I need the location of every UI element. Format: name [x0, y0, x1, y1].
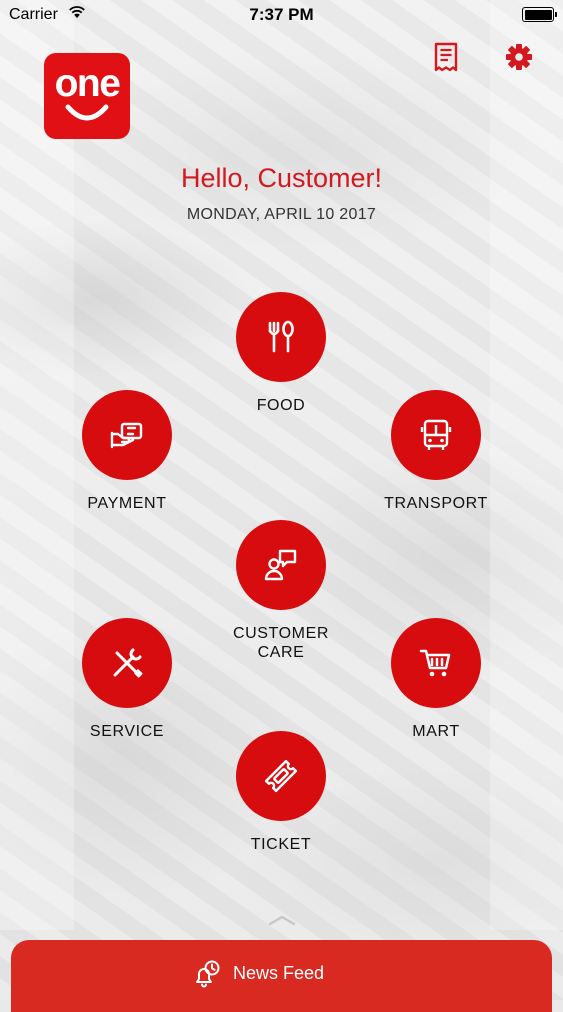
- ticket-button[interactable]: [236, 731, 326, 821]
- menu-item-transport[interactable]: TRANSPORT: [346, 390, 526, 513]
- shopping-cart-icon: [419, 649, 451, 677]
- hand-cash-icon: [110, 422, 143, 449]
- customer-care-label: CUSTOMER CARE: [191, 624, 371, 662]
- fork-spoon-icon: [268, 320, 294, 353]
- one-logo: one: [44, 53, 130, 139]
- mart-label: MART: [412, 723, 460, 740]
- bus-icon: [420, 419, 452, 450]
- customer-care-label-line1: CUSTOMER: [232, 625, 330, 642]
- chevron-up-icon[interactable]: [268, 914, 296, 926]
- customer-care-button[interactable]: [236, 520, 326, 610]
- payment-label: PAYMENT: [87, 495, 167, 512]
- menu-item-customer-care[interactable]: CUSTOMER CARE: [191, 520, 371, 662]
- food-label: FOOD: [256, 397, 306, 414]
- logo-text: one: [54, 62, 121, 105]
- menu-item-food[interactable]: FOOD: [191, 292, 371, 415]
- smile-mark: [65, 104, 109, 121]
- greeting-text: Hello, Customer!: [180, 163, 383, 193]
- bell-clock-icon: [196, 960, 220, 988]
- news-feed-bar[interactable]: News Feed: [11, 940, 552, 1012]
- payment-button[interactable]: [82, 390, 172, 480]
- service-label: SERVICE: [89, 723, 165, 740]
- wrench-screwdriver-icon: [113, 648, 143, 678]
- menu-item-ticket[interactable]: TICKET: [191, 731, 371, 854]
- clock: 7:37 PM: [249, 5, 314, 24]
- service-button[interactable]: [82, 618, 172, 708]
- person-chat-icon: [264, 549, 297, 581]
- ticket-label: TICKET: [250, 836, 312, 853]
- menu-item-payment[interactable]: PAYMENT: [37, 390, 217, 513]
- transport-label: TRANSPORT: [384, 495, 488, 512]
- date-text: MONDAY, APRIL 10 2017: [186, 206, 377, 223]
- customer-care-label-line2: CARE: [257, 644, 305, 661]
- receipt-icon[interactable]: [431, 42, 461, 72]
- menu-item-service[interactable]: SERVICE: [37, 618, 217, 741]
- news-feed-label: News Feed: [233, 963, 325, 983]
- status-bar: Carrier 7:37 PM: [0, 0, 563, 30]
- battery-icon: [522, 7, 557, 22]
- menu-item-mart[interactable]: MART: [346, 618, 526, 741]
- transport-button[interactable]: [391, 390, 481, 480]
- mart-button[interactable]: [391, 618, 481, 708]
- gear-icon[interactable]: [504, 42, 534, 72]
- food-button[interactable]: [236, 292, 326, 382]
- ticket-icon: [264, 759, 298, 793]
